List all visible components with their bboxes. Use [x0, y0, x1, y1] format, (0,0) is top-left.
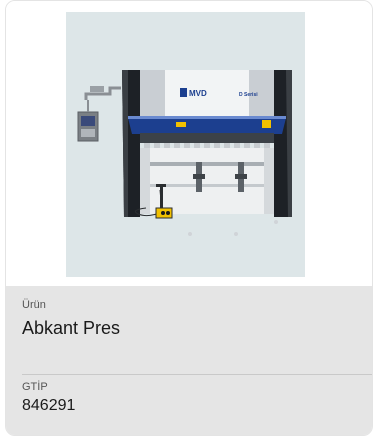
- product-name-label: Ürün: [22, 299, 46, 311]
- product-name-value: Abkant Pres: [22, 318, 121, 338]
- gtip-label: GTİP: [22, 381, 48, 393]
- press-brake-illustration: MVD D Serisi: [77, 70, 292, 236]
- info-divider: [22, 374, 372, 375]
- series-logo-text: D Serisi: [239, 92, 258, 98]
- product-info: Ürün Abkant Pres GTİP 846291: [6, 286, 372, 435]
- gtip-value: 846291: [22, 397, 76, 414]
- product-image-area[interactable]: MVD D Serisi: [6, 1, 372, 287]
- brand-logo-text: MVD: [189, 89, 207, 98]
- product-card[interactable]: MVD D Serisi Ürün Abkant Pres GTİP 84629…: [5, 0, 373, 436]
- product-image: MVD D Serisi: [66, 12, 305, 277]
